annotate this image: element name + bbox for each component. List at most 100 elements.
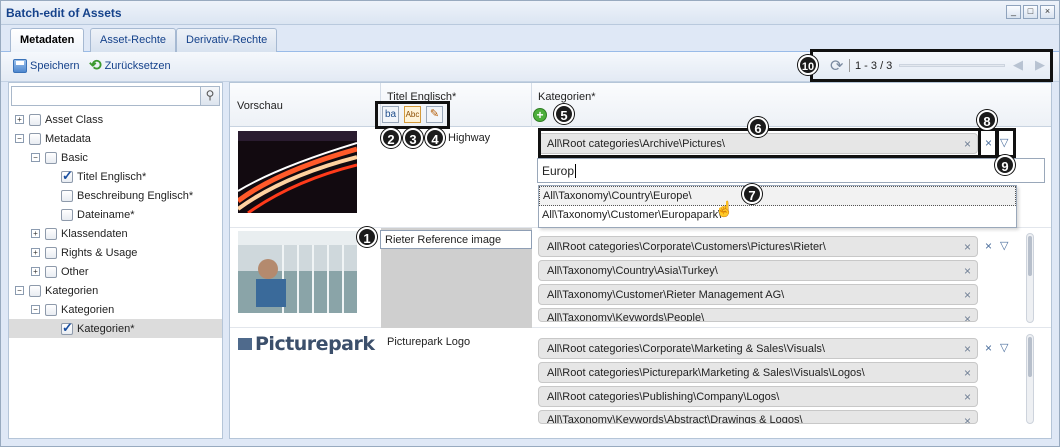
save-icon xyxy=(13,59,27,73)
prev-page-icon[interactable]: ◀ xyxy=(1013,57,1023,73)
scrollbar-thumb[interactable] xyxy=(1028,337,1032,377)
category-suggestions: All\Taxonomy\Country\Europe\ All\Taxonom… xyxy=(538,185,1017,228)
column-categories[interactable]: Kategorien* xyxy=(532,83,1051,127)
category-chip[interactable]: All\Taxonomy\Keywords\Abstract\Drawings … xyxy=(538,410,978,424)
rieter-thumbnail[interactable] xyxy=(238,231,357,313)
tree-item-rights-usage[interactable]: + Rights & Usage xyxy=(9,243,222,262)
tree-item-klassendaten[interactable]: + Klassendaten xyxy=(9,224,222,243)
checkbox[interactable] xyxy=(45,303,57,316)
remove-icon[interactable]: × xyxy=(964,264,971,278)
category-chip[interactable]: All\Root categories\Corporate\Marketing … xyxy=(538,338,978,359)
tree-item-metadata[interactable]: − Metadata xyxy=(9,129,222,148)
category-chip-label: All\Taxonomy\Customer\Rieter Management … xyxy=(547,289,785,301)
title-input[interactable]: Rieter Reference image xyxy=(380,230,532,249)
category-input[interactable]: Europ xyxy=(537,158,1045,183)
tree-search-input[interactable] xyxy=(12,87,197,104)
callout-10: 10 xyxy=(798,55,818,75)
tree-item-basic[interactable]: − Basic xyxy=(9,148,222,167)
tree-item-kategorien-root[interactable]: − Kategorien xyxy=(9,281,222,300)
maximize-button[interactable]: □ xyxy=(1023,5,1038,19)
category-chip[interactable]: All\Root categories\Corporate\Customers\… xyxy=(538,236,978,257)
checkbox[interactable] xyxy=(29,113,41,126)
row-scrollbar[interactable] xyxy=(1026,334,1034,424)
category-chip-label: All\Root categories\Corporate\Customers\… xyxy=(547,241,826,253)
tree-item-asset-class[interactable]: + Asset Class xyxy=(9,110,222,129)
category-list: All\Root categories\Corporate\Marketing … xyxy=(538,338,982,427)
remove-icon[interactable]: × xyxy=(964,414,971,423)
checkbox[interactable] xyxy=(29,284,41,297)
tree-search-field[interactable]: ⚲ xyxy=(11,86,220,106)
expand-icon[interactable]: + xyxy=(31,248,40,257)
remove-icon[interactable]: × xyxy=(964,240,971,254)
tree-item-beschreibung-englisch[interactable]: Beschreibung Englisch* xyxy=(9,186,222,205)
tree-item-kategorien-group[interactable]: − Kategorien xyxy=(9,300,222,319)
checkbox[interactable] xyxy=(61,208,73,221)
collapse-icon[interactable]: − xyxy=(31,153,40,162)
tree-item-kategorien-field[interactable]: Kategorien* xyxy=(9,319,222,338)
callout-4: 4 xyxy=(425,128,445,148)
scrollbar-thumb[interactable] xyxy=(1028,236,1032,276)
more-options-icon[interactable]: ▽ xyxy=(1000,239,1008,252)
highway-thumbnail[interactable] xyxy=(238,131,357,213)
edit-text-icon[interactable]: ✎ xyxy=(426,106,443,123)
category-chip-label: All\Root categories\Corporate\Marketing … xyxy=(547,343,825,355)
tab-asset-rechte[interactable]: Asset-Rechte xyxy=(90,28,177,52)
suggestion-item[interactable]: All\Taxonomy\Country\Europe\ xyxy=(539,186,1016,206)
reset-label: Zurücksetzen xyxy=(104,60,171,72)
expand-icon[interactable]: + xyxy=(31,229,40,238)
reset-button[interactable]: ⟲ Zurücksetzen xyxy=(89,58,171,73)
row-scrollbar[interactable] xyxy=(1026,233,1034,323)
category-chip[interactable]: All\Root categories\Publishing\Company\L… xyxy=(538,386,978,407)
pager-slider[interactable] xyxy=(899,64,1005,67)
checkbox[interactable] xyxy=(45,227,57,240)
checkbox[interactable] xyxy=(29,132,41,145)
next-page-icon[interactable]: ▶ xyxy=(1035,57,1045,73)
search-icon[interactable]: ⚲ xyxy=(200,87,219,105)
spellcheck-icon[interactable]: Abc xyxy=(404,106,421,123)
checkbox-checked[interactable] xyxy=(61,320,73,336)
tree-item-label: Beschreibung Englisch* xyxy=(77,189,194,202)
category-chip[interactable]: All\Root categories\Picturepark\Marketin… xyxy=(538,362,978,383)
category-chip[interactable]: All\Taxonomy\Customer\Rieter Management … xyxy=(538,284,978,305)
column-preview[interactable]: Vorschau xyxy=(230,83,381,127)
remove-icon[interactable]: × xyxy=(964,366,971,380)
category-chip[interactable]: All\Taxonomy\Country\Asia\Turkey\ × xyxy=(538,260,978,281)
remove-icon[interactable]: × xyxy=(964,390,971,404)
minimize-button[interactable]: _ xyxy=(1006,5,1021,19)
checkbox[interactable] xyxy=(45,265,57,278)
more-options-icon[interactable]: ▽ xyxy=(1000,341,1008,354)
checkbox[interactable] xyxy=(61,189,73,202)
grid-header: Vorschau Titel Englisch* Kategorien* xyxy=(230,83,1051,127)
save-button[interactable]: Speichern xyxy=(13,59,80,73)
column-label: Vorschau xyxy=(237,100,283,112)
row-title[interactable]: Picturepark Logo xyxy=(387,336,537,348)
checkbox[interactable] xyxy=(45,151,57,164)
tab-derivativ-rechte[interactable]: Derivativ-Rechte xyxy=(176,28,278,52)
remove-all-icon[interactable]: × xyxy=(985,239,992,253)
remove-all-icon[interactable]: × xyxy=(985,341,992,355)
category-chip[interactable]: All\Taxonomy\Keywords\People\ × xyxy=(538,308,978,322)
close-button[interactable]: × xyxy=(1040,5,1055,19)
refresh-icon[interactable]: ⟳ xyxy=(830,56,843,76)
checkbox[interactable] xyxy=(45,246,57,259)
suggestion-item[interactable]: All\Taxonomy\Customer\Europapark\ xyxy=(539,206,1016,226)
callout-9: 9 xyxy=(995,155,1015,175)
remove-icon[interactable]: × xyxy=(964,312,971,321)
tree-item-titel-englisch[interactable]: Titel Englisch* xyxy=(9,167,222,186)
expand-icon[interactable]: + xyxy=(15,115,24,124)
add-category-icon[interactable]: + xyxy=(533,108,547,122)
collapse-icon[interactable]: − xyxy=(31,305,40,314)
tree-item-label: Basic xyxy=(61,151,88,164)
remove-icon[interactable]: × xyxy=(964,342,971,356)
expand-icon[interactable]: + xyxy=(31,267,40,276)
remove-icon[interactable]: × xyxy=(964,288,971,302)
collapse-icon[interactable]: − xyxy=(15,134,24,143)
tree-item-other[interactable]: + Other xyxy=(9,262,222,281)
checkbox-checked[interactable] xyxy=(61,168,73,184)
tab-metadaten[interactable]: Metadaten xyxy=(10,28,85,53)
tree-item-dateiname[interactable]: Dateiname* xyxy=(9,205,222,224)
callout-5: 5 xyxy=(554,104,574,124)
replace-text-icon[interactable]: ba xyxy=(382,106,399,123)
pager-count: 1 - 3 / 3 xyxy=(855,60,893,72)
collapse-icon[interactable]: − xyxy=(15,286,24,295)
